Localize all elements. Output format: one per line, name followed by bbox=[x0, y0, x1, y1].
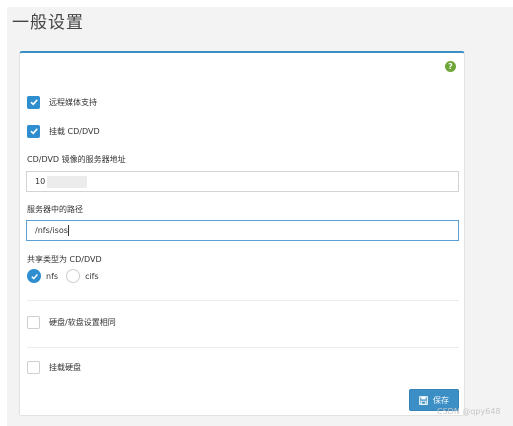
remote-media-checkbox[interactable] bbox=[27, 95, 40, 109]
mount-cd-label: 挂载 CD/DVD bbox=[49, 126, 100, 136]
radio-nfs[interactable] bbox=[27, 269, 41, 283]
check-icon bbox=[29, 99, 38, 106]
check-icon bbox=[29, 128, 38, 135]
radio-cifs[interactable] bbox=[66, 269, 81, 283]
server-address-label: CD/DVD 镜像的服务器地址 bbox=[27, 155, 126, 164]
same-settings-option[interactable]: 硬盘/软盘设置相同 bbox=[27, 315, 116, 329]
watermark: CSDN @qpy648 bbox=[437, 407, 501, 416]
mount-hdd-label: 挂载硬盘 bbox=[49, 362, 81, 372]
mount-cd-option[interactable]: 挂载 CD/DVD bbox=[27, 124, 100, 138]
save-icon bbox=[419, 395, 428, 405]
remote-media-label: 远程媒体支持 bbox=[49, 97, 97, 107]
radio-nfs-label: nfs bbox=[46, 271, 59, 281]
server-path-label: 服务器中的路径 bbox=[27, 205, 83, 214]
share-type-label: 共享类型为 CD/DVD bbox=[27, 255, 102, 264]
share-type-group: nfs cifs bbox=[27, 269, 107, 283]
server-address-input[interactable]: 10 bbox=[26, 171, 459, 192]
radio-cifs-label: cifs bbox=[85, 271, 99, 281]
divider bbox=[27, 347, 459, 348]
same-settings-label: 硬盘/软盘设置相同 bbox=[49, 317, 116, 327]
text-caret bbox=[67, 225, 69, 236]
same-settings-checkbox[interactable] bbox=[27, 315, 40, 329]
mount-hdd-option[interactable]: 挂载硬盘 bbox=[27, 360, 81, 374]
server-path-value: /nfs/isos bbox=[35, 226, 68, 235]
check-icon bbox=[30, 273, 38, 280]
redaction-mask bbox=[47, 175, 88, 188]
page-title: 一般设置 bbox=[12, 13, 84, 33]
help-icon[interactable]: ? bbox=[445, 61, 456, 72]
save-button-label: 保存 bbox=[433, 395, 449, 405]
mount-hdd-checkbox[interactable] bbox=[27, 360, 40, 374]
divider bbox=[27, 300, 459, 301]
server-address-value: 10 bbox=[35, 177, 46, 186]
mount-cd-checkbox[interactable] bbox=[27, 124, 40, 138]
remote-media-option[interactable]: 远程媒体支持 bbox=[27, 95, 97, 109]
server-path-input[interactable]: /nfs/isos bbox=[26, 220, 459, 241]
